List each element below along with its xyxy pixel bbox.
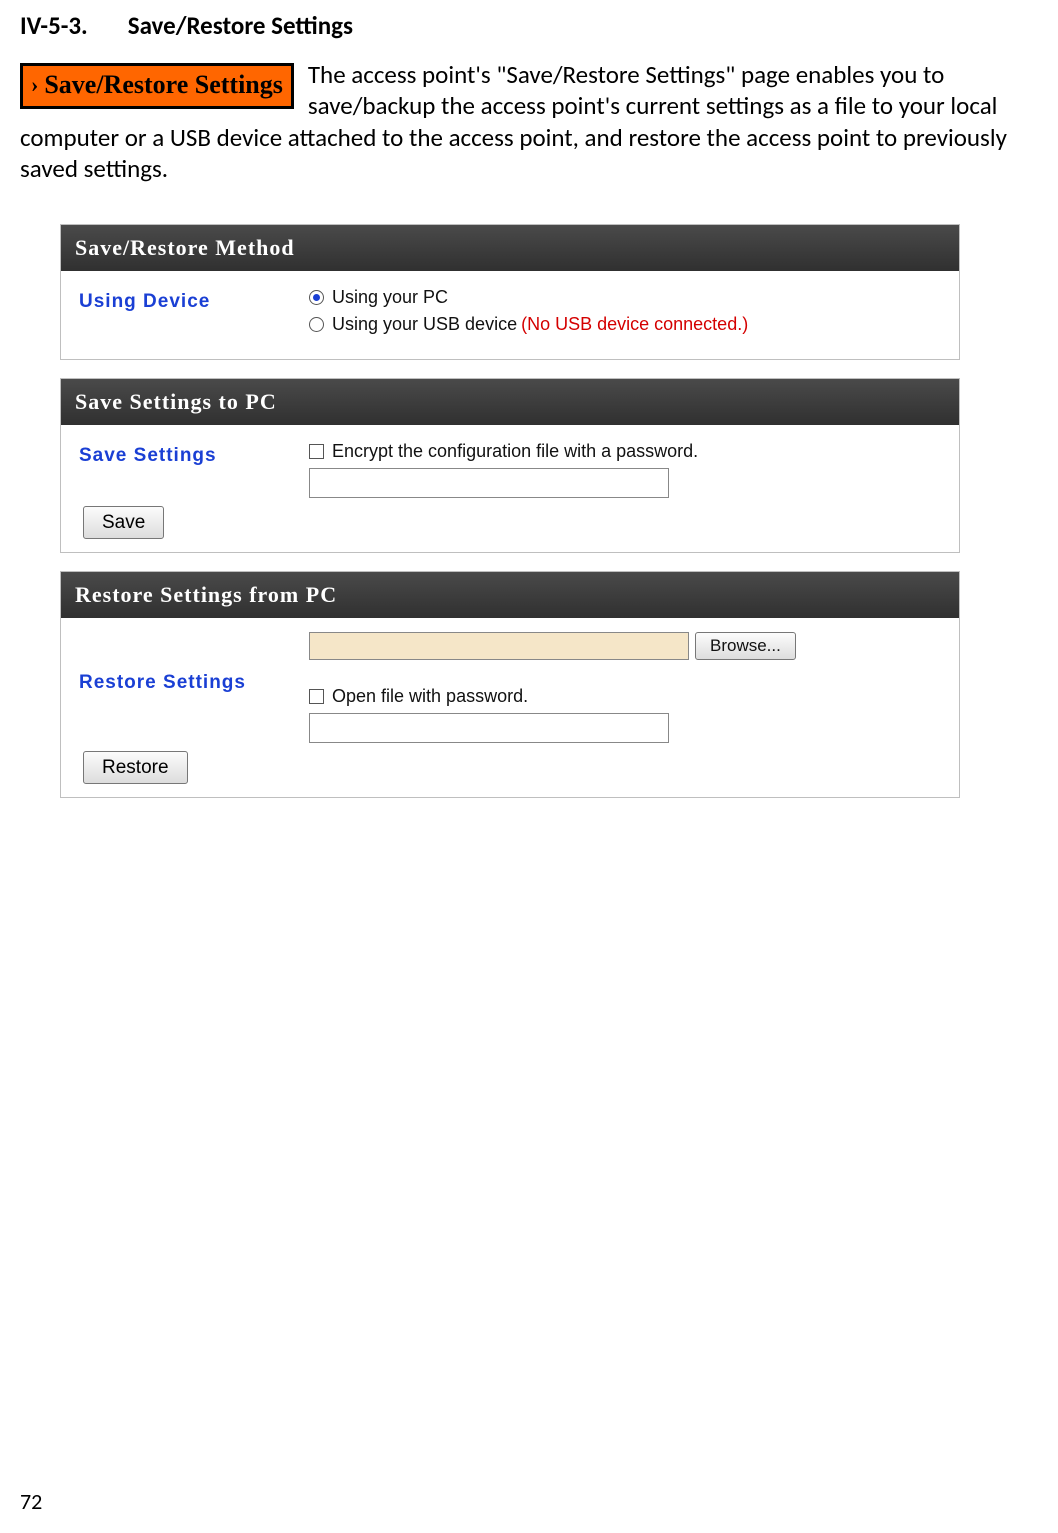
restore-file-path-input[interactable] [309,632,689,660]
usb-status-note: (No USB device connected.) [521,314,748,335]
open-password-input[interactable] [309,713,669,743]
browse-button[interactable]: Browse... [695,632,796,660]
chevron-right-icon: › [31,72,38,98]
section-number: IV-5-3. [20,10,88,41]
checkbox-encrypt-config[interactable] [309,444,324,459]
panel-save-restore-method: Save/Restore Method Using Device Using y… [60,224,960,360]
using-device-label: Using Device [79,285,309,313]
checkbox-encrypt-config-label: Encrypt the configuration file with a pa… [332,441,698,462]
restore-settings-label: Restore Settings [79,632,309,694]
save-settings-label: Save Settings [79,439,309,467]
panel-header: Save/Restore Method [61,225,959,271]
panel-header: Restore Settings from PC [61,572,959,618]
nav-badge-save-restore[interactable]: › Save/Restore Settings [20,63,294,109]
radio-using-pc-label: Using your PC [332,287,448,308]
section-heading: IV-5-3. Save/Restore Settings [20,10,1038,41]
radio-using-usb-label: Using your USB device [332,314,517,335]
section-title: Save/Restore Settings [128,10,353,41]
restore-button[interactable]: Restore [83,751,188,784]
nav-badge-label: Save/Restore Settings [44,70,283,100]
panel-header: Save Settings to PC [61,379,959,425]
radio-using-usb[interactable] [309,317,324,332]
panel-save-settings: Save Settings to PC Save Settings Encryp… [60,378,960,553]
panel-restore-settings: Restore Settings from PC Restore Setting… [60,571,960,798]
page-number: 72 [20,1488,42,1515]
checkbox-open-with-password[interactable] [309,689,324,704]
checkbox-open-with-password-label: Open file with password. [332,686,528,707]
radio-using-pc[interactable] [309,290,324,305]
save-button[interactable]: Save [83,506,164,539]
encrypt-password-input[interactable] [309,468,669,498]
